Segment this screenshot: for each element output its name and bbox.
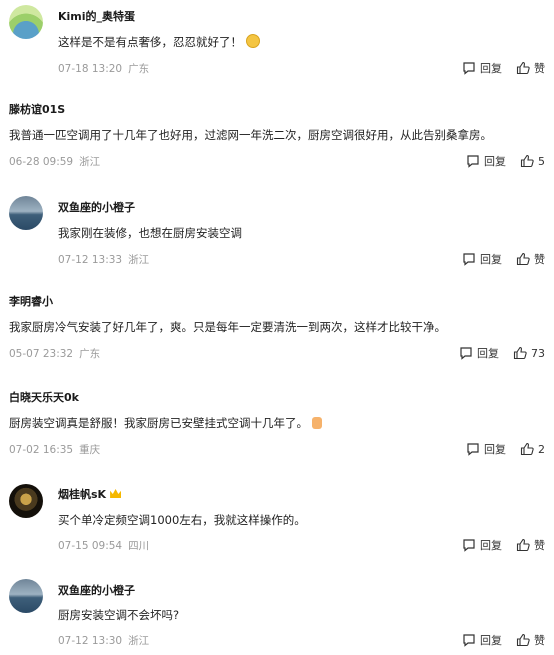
comment-text: 厨房装空调真是舒服！我家厨房已安壁挂式空调十几年了。	[9, 415, 322, 431]
avatar[interactable]	[9, 579, 43, 613]
comment-actions: 回复 赞	[448, 251, 545, 267]
comment-meta: 07-02 16:35 重庆	[9, 442, 100, 457]
like-button[interactable]: 赞	[516, 60, 545, 76]
like-button[interactable]: 2	[520, 442, 545, 456]
like-button[interactable]: 赞	[516, 537, 545, 553]
username[interactable]: 滕枋谊01S	[9, 101, 65, 117]
comment-location: 浙江	[79, 156, 101, 168]
comment-actions: 回复 赞	[448, 60, 545, 76]
comment-meta: 07-18 13:20 广东	[58, 61, 149, 76]
comment-location: 广东	[79, 348, 101, 360]
username[interactable]: 双鱼座的小橙子	[58, 199, 135, 215]
thumb-up-icon	[520, 442, 534, 456]
comment-date: 07-18 13:20	[58, 63, 123, 75]
comment-location: 广东	[128, 63, 150, 75]
comment-meta: 07-12 13:33 浙江	[58, 252, 149, 267]
thumbs-up-emoji-icon	[312, 417, 322, 429]
crown-badge-icon	[110, 489, 122, 498]
comment-meta: 06-28 09:59 浙江	[9, 154, 100, 169]
thumb-up-icon	[516, 252, 530, 266]
username[interactable]: Kimi的_奥特蛋	[58, 8, 135, 24]
comment-actions: 回复 赞	[448, 537, 545, 553]
reply-button[interactable]: 回复	[466, 153, 506, 169]
reply-icon	[467, 155, 479, 168]
comment-date: 07-02 16:35	[9, 444, 74, 456]
reply-icon	[467, 443, 479, 456]
comment-actions: 回复 赞	[448, 632, 545, 648]
username[interactable]: 双鱼座的小橙子	[58, 582, 135, 598]
thumb-up-icon	[516, 633, 530, 647]
thumb-up-icon	[520, 154, 534, 168]
comment-text: 这样是不是有点奢侈，忍忍就好了！	[58, 34, 260, 50]
reply-icon	[460, 347, 472, 360]
comment-location: 浙江	[128, 254, 150, 266]
comment-list: Kimi的_奥特蛋 这样是不是有点奢侈，忍忍就好了！ 07-18 13:20 广东…	[0, 0, 554, 655]
avatar[interactable]	[9, 5, 43, 39]
comment-text: 我家刚在装修，也想在厨房安装空调	[58, 226, 242, 240]
comment-actions: 回复 5	[452, 153, 545, 169]
comment-location: 浙江	[128, 635, 150, 647]
comment-date: 07-15 09:54	[58, 540, 123, 552]
comment-date: 06-28 09:59	[9, 156, 74, 168]
like-button[interactable]: 73	[513, 346, 545, 360]
avatar[interactable]	[9, 196, 43, 230]
username[interactable]: 烟桂帆sK	[58, 486, 122, 502]
comment-date: 07-12 13:30	[58, 635, 123, 647]
comment-text: 我普通一匹空调用了十几年了也好用，过滤网一年洗二次，厨房空调很好用，从此告别桑拿…	[9, 128, 492, 142]
thumb-up-icon	[516, 538, 530, 552]
comment-text: 我家厨房冷气安装了好几年了，爽。只是每年一定要清洗一到两次，这样才比较干净。	[9, 320, 446, 334]
thumb-up-icon	[516, 61, 530, 75]
smile-emoji-icon	[246, 34, 260, 48]
reply-button[interactable]: 回复	[466, 441, 506, 457]
username[interactable]: 李明睿小	[9, 293, 53, 309]
reply-icon	[463, 634, 475, 647]
comment-meta: 07-15 09:54 四川	[58, 538, 149, 553]
comment-actions: 回复 2	[452, 441, 545, 457]
reply-button[interactable]: 回复	[462, 632, 502, 648]
comment-location: 四川	[128, 540, 150, 552]
reply-button[interactable]: 回复	[462, 251, 502, 267]
comment-meta: 05-07 23:32 广东	[9, 346, 100, 361]
reply-button[interactable]: 回复	[459, 345, 499, 361]
reply-icon	[463, 253, 475, 266]
reply-icon	[463, 62, 475, 75]
like-button[interactable]: 赞	[516, 632, 545, 648]
thumb-up-icon	[513, 346, 527, 360]
like-button[interactable]: 5	[520, 154, 545, 168]
reply-button[interactable]: 回复	[462, 60, 502, 76]
comment-date: 05-07 23:32	[9, 348, 74, 360]
like-button[interactable]: 赞	[516, 251, 545, 267]
comment-meta: 07-12 13:30 浙江	[58, 633, 149, 648]
reply-icon	[463, 539, 475, 552]
comment-actions: 回复 73	[445, 345, 545, 361]
avatar[interactable]	[9, 484, 43, 518]
comment-date: 07-12 13:33	[58, 254, 123, 266]
comment-text: 厨房安装空调不会坏吗?	[58, 608, 180, 622]
comment-text: 买个单冷定频空调1000左右，我就这样操作的。	[58, 513, 306, 527]
reply-button[interactable]: 回复	[462, 537, 502, 553]
comment-location: 重庆	[79, 444, 101, 456]
username[interactable]: 白晓天乐天0k	[9, 389, 79, 405]
